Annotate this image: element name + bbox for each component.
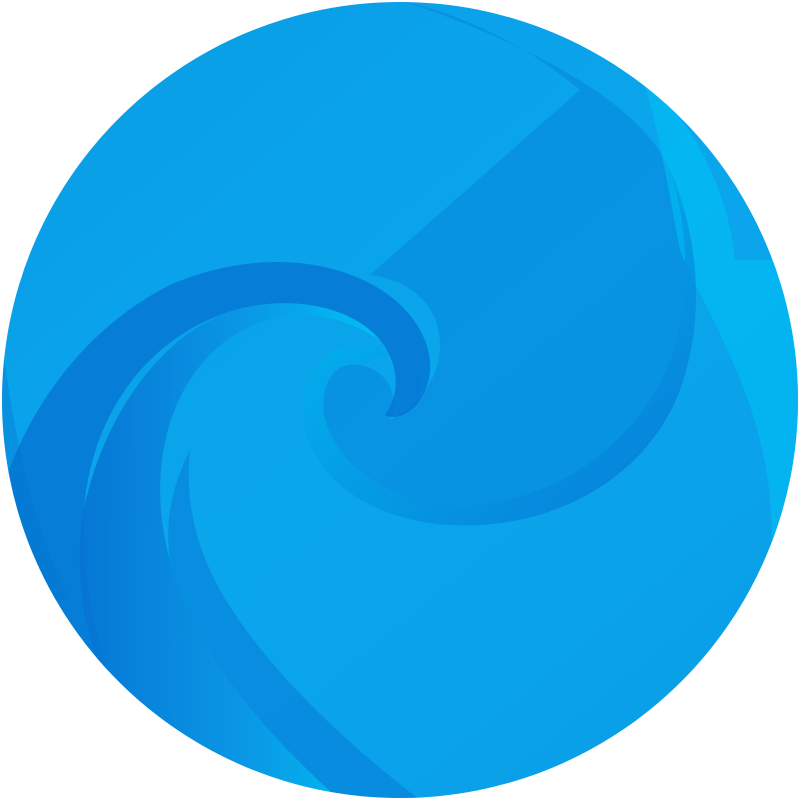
blue-swirl-icon bbox=[2, 2, 798, 798]
logo-canvas bbox=[0, 0, 800, 800]
